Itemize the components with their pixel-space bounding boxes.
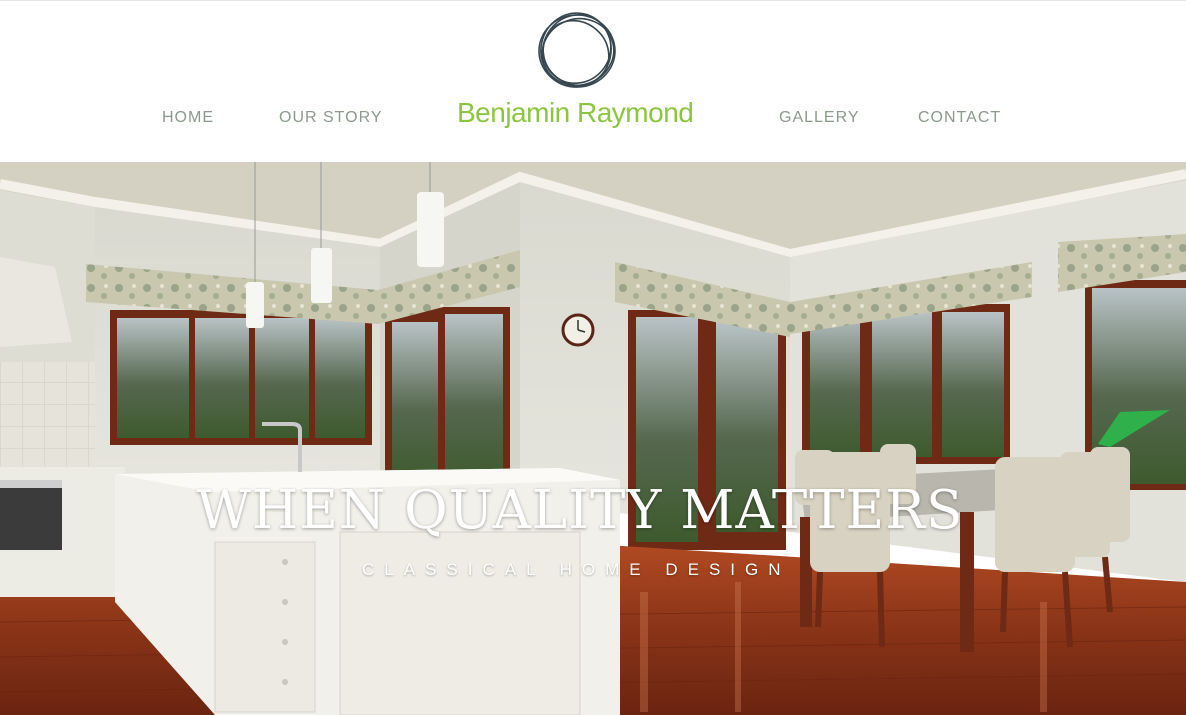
site-header: HOME OUR STORY Benjamin Raymond GALLERY …: [0, 0, 1186, 162]
nav-our-story-link[interactable]: OUR STORY: [279, 109, 383, 127]
hero-image: [0, 162, 1186, 715]
nav-gallery-link[interactable]: GALLERY: [779, 109, 860, 127]
hero-title: WHEN QUALITY MATTERS: [196, 480, 964, 541]
hero-subtitle: CLASSICAL HOME DESIGN: [362, 560, 791, 579]
nav-home-link[interactable]: HOME: [162, 109, 214, 127]
brand-name[interactable]: Benjamin Raymond: [457, 97, 694, 129]
logo-icon[interactable]: [534, 11, 620, 91]
nav-contact-link[interactable]: CONTACT: [918, 109, 1001, 127]
hero-banner: WHEN QUALITY MATTERS CLASSICAL HOME DESI…: [0, 162, 1186, 715]
